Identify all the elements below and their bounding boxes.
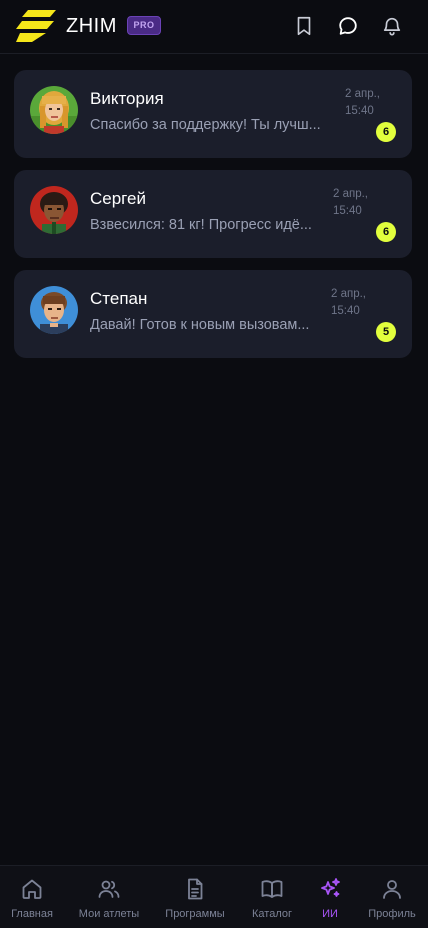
avatar xyxy=(30,86,78,134)
chat-timestamp: 2 апр., 15:40 xyxy=(345,86,380,120)
chat-name: Виктория xyxy=(90,89,164,108)
avatar xyxy=(30,286,78,334)
bottom-navigation: Главная Мои атлеты Программы Каталог ИИ … xyxy=(0,865,428,928)
chat-time: 15:40 xyxy=(345,105,374,117)
nav-item-catalog[interactable]: Каталог xyxy=(242,866,302,928)
nav-label: Программы xyxy=(165,908,225,920)
chat-date: 2 апр., xyxy=(331,288,366,300)
chat-preview: Давай! Готов к новым вызовам... xyxy=(90,317,310,333)
unread-badge: 6 xyxy=(376,122,396,142)
messages-button[interactable] xyxy=(334,12,362,40)
sparkles-icon xyxy=(318,877,342,901)
chat-preview: Спасибо за поддержку! Ты лучш... xyxy=(90,117,321,133)
app-header: ZHIM PRO xyxy=(0,0,428,54)
unread-badge: 5 xyxy=(376,322,396,342)
bookmark-button[interactable] xyxy=(290,12,318,40)
brand-name: ZHIM xyxy=(66,15,117,37)
chat-name: Сергей xyxy=(90,189,146,208)
user-icon xyxy=(380,877,404,901)
nav-label: ИИ xyxy=(322,908,338,920)
nav-label: Мои атлеты xyxy=(78,908,140,920)
chat-name: Степан xyxy=(90,289,148,308)
lightning-logo-icon[interactable] xyxy=(14,8,58,44)
nav-item-profile[interactable]: Профиль xyxy=(362,866,422,928)
pro-badge: PRO xyxy=(127,16,161,35)
chat-list: Виктория Спасибо за поддержку! Ты лучш..… xyxy=(14,70,412,370)
document-icon xyxy=(183,877,207,901)
chat-date: 2 апр., xyxy=(345,88,380,100)
chat-date: 2 апр., xyxy=(333,188,368,200)
nav-label: Главная xyxy=(11,908,53,920)
home-icon xyxy=(20,877,44,901)
chat-timestamp: 2 апр., 15:40 xyxy=(333,186,368,220)
chat-time: 15:40 xyxy=(331,305,360,317)
unread-badge: 6 xyxy=(376,222,396,242)
chat-time: 15:40 xyxy=(333,205,362,217)
chat-item-sergey[interactable]: Сергей Взвесился: 81 кг! Прогресс идё...… xyxy=(14,170,412,258)
nav-label: Профиль xyxy=(368,908,416,920)
chat-preview: Взвесился: 81 кг! Прогресс идё... xyxy=(90,217,312,233)
nav-label: Каталог xyxy=(252,908,292,920)
chat-item-stepan[interactable]: Степан Давай! Готов к новым вызовам... 2… xyxy=(14,270,412,358)
chat-timestamp: 2 апр., 15:40 xyxy=(331,286,366,320)
avatar xyxy=(30,186,78,234)
users-icon xyxy=(97,877,121,901)
chat-item-viktoria[interactable]: Виктория Спасибо за поддержку! Ты лучш..… xyxy=(14,70,412,158)
nav-item-home[interactable]: Главная xyxy=(0,866,64,928)
chat-bubble-icon xyxy=(337,15,359,37)
bell-icon xyxy=(381,15,403,37)
book-icon xyxy=(260,877,284,901)
nav-item-ai[interactable]: ИИ xyxy=(310,866,350,928)
bookmark-icon xyxy=(293,15,315,37)
nav-item-my-athletes[interactable]: Мои атлеты xyxy=(74,866,144,928)
notifications-button[interactable] xyxy=(378,12,406,40)
nav-item-programs[interactable]: Программы xyxy=(160,866,230,928)
